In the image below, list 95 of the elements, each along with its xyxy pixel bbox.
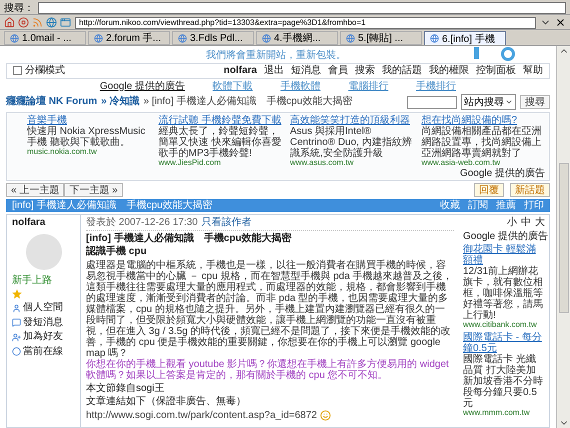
post-link[interactable]: 你想在你的手機上觀看 youtube 影片嗎？你還想在手機上有許多方便易用的 widget 軟體嗎？如果以上答案是肯定的，那有關於手機的 cpu 您不可不知。 (86, 358, 454, 381)
user-menu-link[interactable]: 搜索 (355, 65, 375, 76)
user-menu-link[interactable]: 退出 (264, 65, 284, 76)
ad-url: www.mmm.com.tw (463, 409, 531, 418)
search-field[interactable] (407, 96, 457, 108)
ad-text: 經典太長了，鈴聲短鈴聲，簡單又快速 快來編輯你喜愛歌手的MP3手機鈴聲! (158, 126, 282, 159)
search-field[interactable] (38, 2, 566, 14)
profile-link-icon (12, 304, 21, 313)
profile-link[interactable]: 當前在線 (23, 346, 63, 358)
browser-tab[interactable]: 5.[轉貼] ... (340, 31, 422, 45)
source-text: 本文節錄自sogi王 (86, 382, 166, 394)
ads-credit: Google 提供的廣告 (460, 168, 545, 179)
search-button[interactable]: 搜尋 (520, 95, 550, 109)
post-header-title: [info] 手機達人必備知識 手機cpu效能大揭密 (12, 200, 213, 212)
ad-text: 尚網設備相關產品都在亞洲網路設置專，找尚網設備上亞洲網路專賣網就對了 (422, 126, 542, 159)
ad-text: 快速用 Nokia XpressMusic 手機 聽歌與下載歌曲。 (27, 126, 146, 148)
ad-link[interactable]: 手機軟體 (280, 80, 320, 92)
font-size-link[interactable]: 大 (535, 217, 545, 229)
globe-icon (94, 34, 103, 42)
dropdown-icon (505, 98, 513, 106)
home-icon[interactable] (4, 17, 15, 28)
profile-link-icon (12, 332, 21, 342)
scope-select[interactable]: 站內搜尋 (461, 94, 516, 110)
ad-link[interactable]: 軟體下載 (212, 80, 253, 92)
search-label: 搜尋： (4, 2, 34, 14)
profile-link-icon (12, 318, 21, 328)
post-title: [info] 手機達人必備知識 手機cpu效能大揭密 (86, 232, 293, 244)
source-link[interactable]: http://www.sogi.com.tw/park/content.asp?a_id=6872 (86, 410, 317, 422)
ad-url: music.nokia.com.tw (27, 148, 98, 157)
stop-icon[interactable] (18, 17, 29, 28)
mode-checkbox[interactable] (13, 66, 22, 76)
profile-link-icon (12, 347, 21, 356)
breadcrumb-link[interactable]: » [info] 手機達人必備知識 手機cpu效能大揭密 (143, 96, 352, 108)
globe-icon (262, 34, 271, 42)
ad-link[interactable]: Google 提供的廣告 (100, 80, 185, 92)
browser-tab[interactable]: 2.forum 手... (88, 31, 170, 45)
browser-tab[interactable]: 6.[info] 手機 (424, 31, 506, 45)
ad-url: www.asia-web.com.tw (422, 159, 502, 168)
breadcrumb-link[interactable]: » 冷知識 (101, 96, 140, 108)
post-date: 發表於 2007-12-26 17:30 (86, 217, 198, 229)
star-icon (12, 289, 22, 300)
ad-title[interactable]: 國際電話卡 - 每分鐘0.5元 (463, 332, 545, 354)
user-menu-link[interactable]: 幫助 (523, 65, 543, 76)
profile-link[interactable]: 個人空間 (23, 302, 63, 314)
reply-button[interactable]: 回覆 (474, 182, 504, 197)
ad-text: 國際電話卡 光纖品質 打大陸美加新加坡香港不分時段每分鐘只要0.5元 (463, 354, 544, 410)
browser-tab[interactable]: 3.Fdls Pdl... (172, 31, 254, 45)
profile-link[interactable]: 發短消息 (23, 316, 63, 328)
prev-topic-button[interactable]: « 上一主題 (6, 182, 64, 197)
ad-url: www.asus.com.tw (290, 159, 355, 168)
ad-title[interactable]: 御花園卡 輕鬆滿額禮 (463, 244, 545, 266)
post-paragraph: 處理器是電腦的中樞系統，手機也是一樣，以往一般消費者在購買手機的時候，容易忽視手機當中的心臟 － cpu 規格，而在智慧型手機與 pda 手機越來越普及之後，這類手機往往需要處理大量的應用程式，而處理器的效能，規格，都會影響到手機的處理速度，漸漸受到消費者的討論。而非 pda 型的手機，也因需要處理大量的多媒體檔案，cpu 的規格也隨之提升。另外，手機上建置內建瀏覽器已經有很久的一段時間了，但受限於頻寬大小與硬體效能，讓手機上網瀏覽的功能一直沒有被重視，但在進入 3g / 3.5g 的時代後，頻寬已經不是問題了，接下來便是手機效能的改善，手機的 cpu 便是手機效能的重要關鍵，你想要在你的手機上可以瀏覽 google map 嗎？ 你想在你的手機上觀看 youtube 影片嗎？你還想在手機上有許多方便易用的 widget 軟體嗎？如果以上答案是肯定的，那有關於手機的 cpu 您不可不知。 (86, 260, 454, 381)
globe-icon (430, 34, 439, 43)
banner-text: 我們將會重新開站，重新包裝。 (206, 50, 346, 61)
ad-url: www.JiesPid.com (158, 159, 222, 168)
browser-tab[interactable]: 4.手機網... (256, 31, 338, 45)
user-menu-link[interactable]: 會員 (328, 65, 348, 76)
globe-icon (178, 34, 187, 42)
close-icon[interactable] (555, 17, 566, 28)
post-subtitle: 認識手機 cpu (86, 246, 148, 258)
scrollbar-thumb[interactable] (558, 163, 568, 313)
font-size-link[interactable]: 小 (507, 217, 517, 229)
rss-icon[interactable] (32, 17, 43, 28)
address-field[interactable]: http://forum.nikoo.com/viewthread.php?tid=13303&extra=page%3D1&fromhbo=1 (75, 16, 536, 28)
smiley-icon (320, 410, 331, 422)
window-icon[interactable] (60, 17, 71, 28)
user-rank: 新手上路 (12, 274, 53, 286)
globe-icon (10, 34, 19, 42)
user-menu-link[interactable]: 我的權限 (429, 65, 469, 76)
only-author-link[interactable]: 只看該作者 (202, 217, 252, 229)
profile-link[interactable]: 加為好友 (23, 331, 63, 343)
ad-title[interactable]: 想在找尚網設備的嗎? (422, 115, 545, 126)
source-note: 文章連結如下（保證非廣告、無毒） (86, 396, 247, 408)
next-topic-button[interactable]: 下一主題 » (64, 182, 123, 197)
ad-title[interactable]: 流行試聽 手機鈴聲免費下載 (158, 115, 282, 126)
font-size-link[interactable]: 中 (521, 217, 531, 229)
globe-icon (346, 34, 355, 42)
user-menu-link[interactable]: 短消息 (291, 65, 321, 76)
ad-text: 12/31前上網辦花旗卡，就有數位相框，咖啡保溫瓶等好禮等著您，請馬上行動! (463, 266, 544, 322)
ad-link[interactable]: 電腦排行 (348, 80, 388, 92)
ad-title[interactable]: 音樂手機 (27, 115, 150, 126)
username: nolfara (224, 65, 257, 76)
ad-text: Asus 與採用Intel® Centrino® Duo, 內建指紋辨識系統,安全防護升級 (290, 126, 413, 159)
ad-link[interactable]: 手機排行 (416, 80, 456, 92)
new-topic-button[interactable]: 新話題 (510, 182, 550, 197)
breadcrumb-link[interactable]: 癮癮論壇 NK Forum (6, 96, 98, 108)
globe-icon[interactable] (46, 17, 57, 28)
ad-title[interactable]: 高效能笑笑打造的頂級利器 (290, 115, 414, 126)
user-menu-link[interactable]: 我的話題 (382, 65, 422, 76)
user-menu-link[interactable]: 控制面板 (476, 65, 516, 76)
author-name[interactable]: nolfara (12, 217, 75, 229)
mode-label: 分欄模式 (25, 65, 65, 76)
ad-url: www.citibank.com.tw (463, 321, 538, 330)
avatar-silhouette (26, 234, 62, 270)
browser-tab[interactable]: 1.0mail - ... (4, 31, 86, 45)
